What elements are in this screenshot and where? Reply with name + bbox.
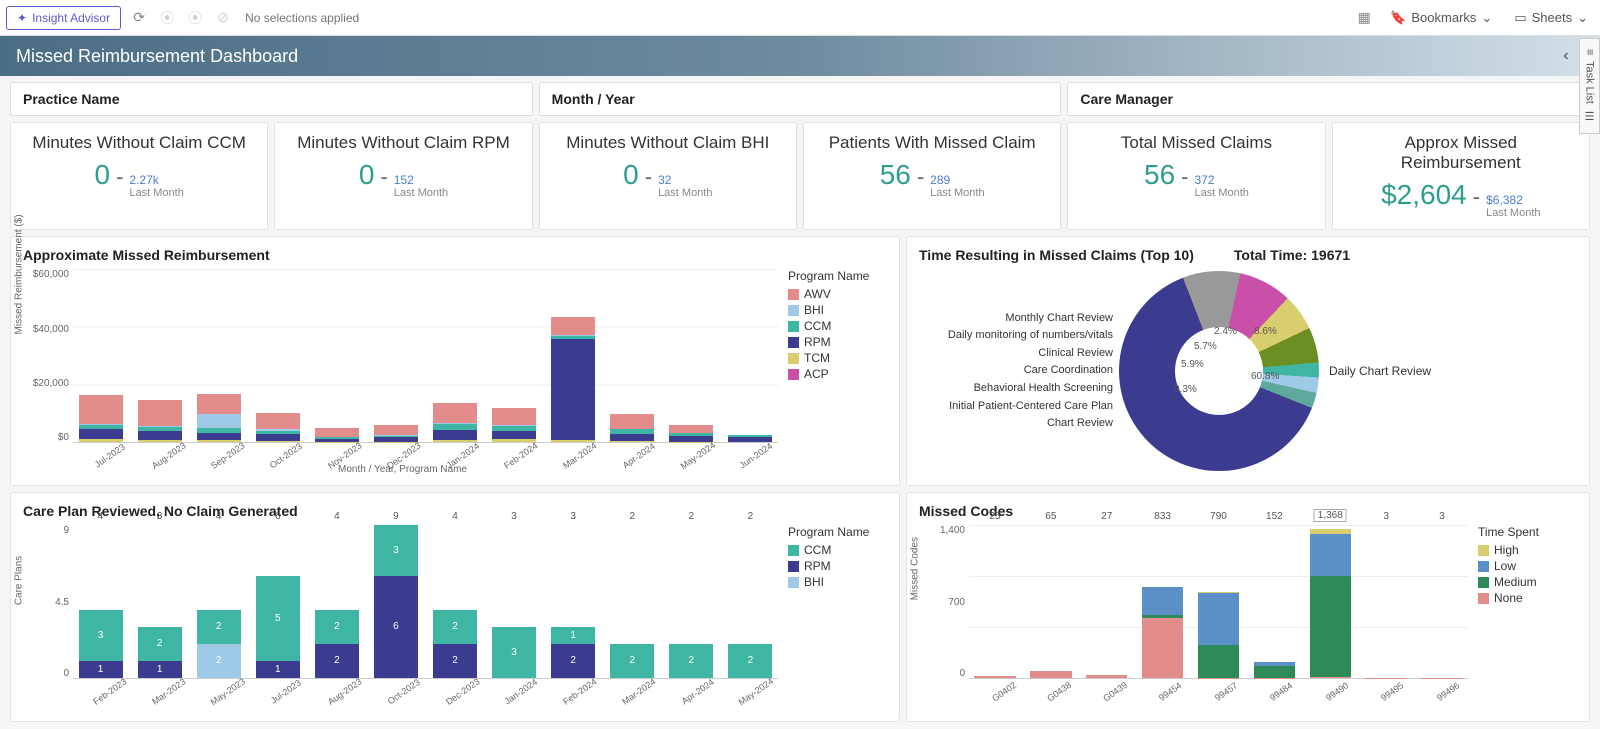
- top-toolbar: ✦ Insight Advisor ⟳ ⦿ ⦿ ⊘ No selections …: [0, 0, 1600, 36]
- kpi-lm: Last Month: [1195, 187, 1249, 199]
- y-axis-label: Missed Reimbursement ($): [14, 215, 25, 335]
- legend-title: Time Spent: [1478, 525, 1577, 539]
- list-icon: ☰: [1583, 110, 1596, 123]
- kpi-value: 56: [1144, 159, 1175, 191]
- legend-item[interactable]: Medium: [1478, 575, 1577, 589]
- donut-slice-label: Chart Review: [919, 415, 1113, 433]
- kpi-card[interactable]: Total Missed Claims 56 - 372Last Month: [1067, 122, 1325, 230]
- chart-care-plan[interactable]: Care Plan Reviewed, No Claim Generated C…: [10, 492, 900, 722]
- kpi-value: $2,604: [1381, 179, 1467, 211]
- kpi-lm: Last Month: [930, 187, 984, 199]
- kpi-value: 0: [623, 159, 639, 191]
- legend-title: Program Name: [788, 269, 887, 283]
- kpi-title: Total Missed Claims: [1080, 133, 1312, 153]
- chart-title: Time Resulting in Missed Claims (Top 10): [919, 247, 1194, 263]
- clear-selections-icon: ⊘: [213, 8, 233, 28]
- list-icon: ≡: [1584, 49, 1596, 55]
- page-title: Missed Reimbursement Dashboard: [16, 46, 298, 67]
- kpi-value: 0: [359, 159, 375, 191]
- legend-item[interactable]: BHI: [788, 575, 887, 589]
- dashboard-header: Missed Reimbursement Dashboard ‹ ›: [0, 36, 1600, 76]
- donut-slice-label: Behavioral Health Screening: [919, 380, 1113, 398]
- filter-care-manager[interactable]: Care Manager: [1067, 82, 1590, 116]
- step-back-icon: ⦿: [157, 8, 177, 28]
- kpi-card[interactable]: Approx Missed Reimbursement $2,604 - $6,…: [1332, 122, 1590, 230]
- kpi-card[interactable]: Minutes Without Claim CCM 0 - 2.27kLast …: [10, 122, 268, 230]
- legend-item[interactable]: TCM: [788, 351, 887, 365]
- kpi-value: 0: [95, 159, 111, 191]
- sheets-button[interactable]: ▭ Sheets ⌄: [1508, 6, 1594, 30]
- legend-item[interactable]: RPM: [788, 335, 887, 349]
- insight-advisor-button[interactable]: ✦ Insight Advisor: [6, 6, 121, 30]
- kpi-lm: Last Month: [394, 187, 448, 199]
- legend-item[interactable]: CCM: [788, 319, 887, 333]
- chart-time-missed-claims[interactable]: Time Resulting in Missed Claims (Top 10)…: [906, 236, 1590, 486]
- bookmark-icon: 🔖: [1390, 10, 1406, 26]
- step-forward-icon: ⦿: [185, 8, 205, 28]
- kpi-lm: Last Month: [1486, 207, 1540, 219]
- chart-missed-reimbursement[interactable]: Approximate Missed Reimbursement Missed …: [10, 236, 900, 486]
- edit-icon[interactable]: ▦: [1354, 8, 1374, 28]
- no-selections-text: No selections applied: [245, 11, 359, 25]
- kpi-prev: 32: [658, 174, 671, 187]
- chart-total: Total Time: 19671: [1234, 247, 1350, 263]
- donut-slice-label: Daily monitoring of numbers/vitals: [919, 327, 1113, 345]
- kpi-title: Approx Missed Reimbursement: [1345, 133, 1577, 173]
- kpi-prev: 2.27k: [129, 174, 158, 187]
- kpi-title: Minutes Without Claim BHI: [552, 133, 784, 153]
- chart-title: Approximate Missed Reimbursement: [23, 247, 887, 263]
- legend-item[interactable]: AWV: [788, 287, 887, 301]
- kpi-prev: 152: [394, 174, 414, 187]
- bookmarks-button[interactable]: 🔖 Bookmarks ⌄: [1384, 6, 1498, 30]
- filter-month-year[interactable]: Month / Year: [539, 82, 1062, 116]
- chevron-down-icon: ⌄: [1481, 10, 1492, 26]
- legend-item[interactable]: BHI: [788, 303, 887, 317]
- kpi-title: Minutes Without Claim RPM: [287, 133, 519, 153]
- kpi-value: 56: [880, 159, 911, 191]
- legend-item[interactable]: ACP: [788, 367, 887, 381]
- task-list-label: Task List: [1584, 61, 1596, 104]
- legend-item[interactable]: Low: [1478, 559, 1577, 573]
- donut-main-label: Daily Chart Review: [1319, 364, 1431, 378]
- chevron-down-icon: ⌄: [1577, 10, 1588, 26]
- kpi-prev: 372: [1195, 174, 1215, 187]
- chart-missed-codes[interactable]: Missed Codes Missed Codes 1,400700025652…: [906, 492, 1590, 722]
- sheets-icon: ▭: [1514, 10, 1526, 26]
- filter-practice-name[interactable]: Practice Name: [10, 82, 533, 116]
- kpi-card[interactable]: Patients With Missed Claim 56 - 289Last …: [803, 122, 1061, 230]
- donut-slice-label: Care Coordination: [919, 362, 1113, 380]
- kpi-card[interactable]: Minutes Without Claim RPM 0 - 152Last Mo…: [274, 122, 532, 230]
- bookmarks-label: Bookmarks: [1411, 10, 1476, 25]
- legend-item[interactable]: CCM: [788, 543, 887, 557]
- y-axis-label: Missed Codes: [910, 537, 921, 600]
- kpi-prev: 289: [930, 174, 950, 187]
- kpi-prev: $6,382: [1486, 194, 1523, 207]
- kpi-lm: Last Month: [129, 187, 183, 199]
- kpi-card[interactable]: Minutes Without Claim BHI 0 - 32Last Mon…: [539, 122, 797, 230]
- insight-label: Insight Advisor: [32, 11, 110, 25]
- legend-item[interactable]: High: [1478, 543, 1577, 557]
- chart-title: Missed Codes: [919, 503, 1577, 519]
- sheets-label: Sheets: [1532, 10, 1572, 25]
- task-list-tab[interactable]: ≡ Task List ☰: [1579, 38, 1600, 134]
- y-axis-label: Care Plans: [14, 556, 25, 605]
- donut-slice-label: Clinical Review: [919, 345, 1113, 363]
- sparkle-icon: ✦: [17, 11, 27, 25]
- kpi-lm: Last Month: [658, 187, 712, 199]
- donut-slice-label: Monthly Chart Review: [919, 310, 1113, 328]
- kpi-title: Patients With Missed Claim: [816, 133, 1048, 153]
- legend-item[interactable]: RPM: [788, 559, 887, 573]
- legend-item[interactable]: None: [1478, 591, 1577, 605]
- smart-search-icon[interactable]: ⟳: [129, 8, 149, 28]
- prev-sheet-icon[interactable]: ‹: [1563, 47, 1568, 65]
- legend-title: Program Name: [788, 525, 887, 539]
- kpi-title: Minutes Without Claim CCM: [23, 133, 255, 153]
- donut-slice-label: Initial Patient-Centered Care Plan: [919, 398, 1113, 416]
